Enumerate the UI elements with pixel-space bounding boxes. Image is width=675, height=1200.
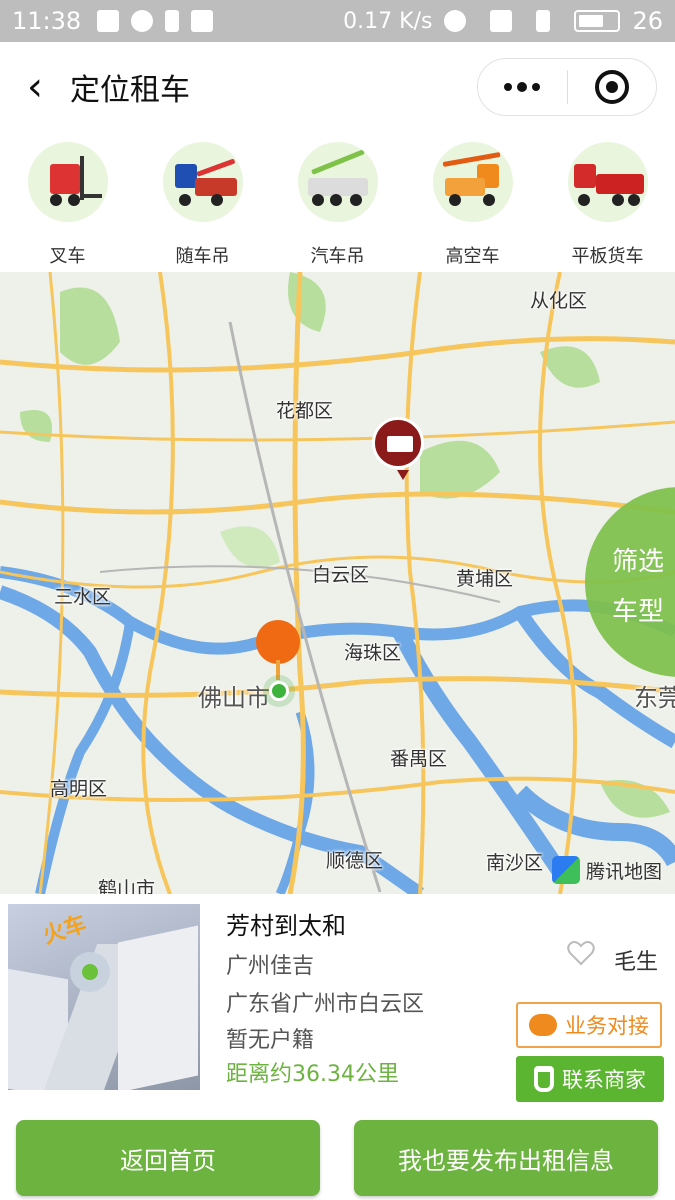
category-label: 汽车吊 (310, 246, 365, 267)
map-label-huadu: 花都区 (276, 400, 334, 422)
filter-vehicle-type-label: 筛选 车型 (612, 547, 665, 627)
listing-address: 广东省广州市白云区 (226, 992, 425, 1017)
category-label: 高空车 (445, 246, 500, 267)
map-label-sanshui: 三水区 (54, 586, 112, 608)
wechat-icon (529, 1014, 557, 1036)
listing-distance: 距离约36.34公里 (226, 1062, 399, 1087)
my-location-icon (269, 681, 289, 701)
wifi-icon (490, 10, 513, 32)
flatbed-truck-icon (567, 142, 648, 222)
close-mini-program-button[interactable] (568, 58, 657, 116)
target-icon (594, 70, 629, 104)
truck-location-marker[interactable] (372, 417, 424, 480)
map-label-foshan: 佛山市 (198, 684, 270, 712)
contact-merchant-button[interactable]: 联系商家 (516, 1056, 664, 1102)
listing-company: 广州佳吉 (226, 954, 315, 979)
listing-card[interactable]: 火车 芳村到太和 广州佳吉 广东省广州市白云区 暂无户籍 距离约36.34公里 … (0, 894, 675, 1104)
map-label-heshan: 鹤山市 (98, 878, 156, 894)
category-crane-truck[interactable]: 随车吊 (143, 132, 263, 272)
battery-level: 26 (632, 7, 663, 35)
alarm-icon (444, 10, 467, 32)
location-pin-icon (70, 952, 110, 992)
owner-name: 毛生 (614, 950, 659, 975)
listing-title: 芳村到太和 (226, 912, 346, 940)
mail-icon (97, 10, 120, 32)
category-label: 叉车 (49, 246, 86, 267)
listing-hukou: 暂无户籍 (226, 1028, 315, 1053)
publish-rental-button[interactable]: 我也要发布出租信息 (354, 1120, 658, 1196)
back-to-home-button[interactable]: 返回首页 (16, 1120, 320, 1196)
more-button[interactable] (478, 58, 567, 116)
category-aerial-truck[interactable]: 高空车 (413, 132, 533, 272)
map-label-huangpu: 黄埔区 (456, 568, 514, 590)
map-label-conghua: 从化区 (530, 290, 588, 312)
net-speed: 0.17 K/s (343, 8, 433, 34)
truck-icon (387, 436, 413, 452)
map-provider-logo: 腾讯地图 (552, 856, 662, 884)
chevron-left-icon: ‹ (27, 64, 43, 110)
map-label-haizhu: 海珠区 (344, 642, 402, 664)
more-dot-icon (532, 83, 541, 91)
crane-truck-icon (162, 142, 243, 222)
tencent-map-icon (552, 856, 580, 884)
mini-program-capsule (477, 58, 657, 116)
battery-icon (574, 10, 621, 32)
nav-bar: ‹ 定位租车 (0, 42, 675, 132)
page-title: 定位租车 (70, 73, 190, 108)
category-label: 平板货车 (571, 246, 644, 267)
aerial-truck-icon (432, 142, 513, 222)
category-label: 随车吊 (175, 246, 230, 267)
map-label-baiyun: 白云区 (312, 564, 370, 586)
back-button[interactable]: ‹ (0, 42, 70, 132)
category-forklift[interactable]: 叉车 (8, 132, 128, 272)
phone-icon (534, 1066, 554, 1092)
map-label-nansha: 南沙区 (486, 852, 544, 874)
map-label-shunde: 顺德区 (326, 850, 384, 872)
bottom-bar: 返回首页 我也要发布出租信息 (0, 1104, 675, 1200)
map-view[interactable]: 从化区 花都区 白云区 黄埔区 三水区 海珠区 佛山市 东莞 番禺区 高明区 顺… (0, 272, 675, 894)
listing-thumbnail: 火车 (8, 904, 200, 1090)
business-contact-button[interactable]: 业务对接 (516, 1002, 662, 1048)
center-pin-icon (256, 620, 300, 664)
more-dot-icon (504, 83, 513, 91)
category-mobile-crane[interactable]: 汽车吊 (278, 132, 398, 272)
map-label-gaoming: 高明区 (50, 778, 108, 800)
status-time: 11:38 (12, 7, 82, 35)
more-dot-icon (517, 82, 528, 92)
signal-icon (536, 10, 551, 32)
forklift-icon (27, 142, 108, 222)
alert-icon (165, 10, 180, 32)
map-label-dongguan: 东莞 (634, 684, 675, 712)
account-icon (131, 10, 154, 32)
heart-icon[interactable] (567, 940, 595, 966)
vehicle-category-strip: 叉车 随车吊 汽车吊 高空车 平板货车 (0, 132, 675, 272)
map-label-panyu: 番禺区 (390, 748, 448, 770)
mobile-crane-icon (297, 142, 378, 222)
image-icon (191, 10, 214, 32)
status-bar: 11:38 0.17 K/s 26 (0, 0, 675, 42)
category-flatbed-truck[interactable]: 平板货车 (548, 132, 668, 272)
